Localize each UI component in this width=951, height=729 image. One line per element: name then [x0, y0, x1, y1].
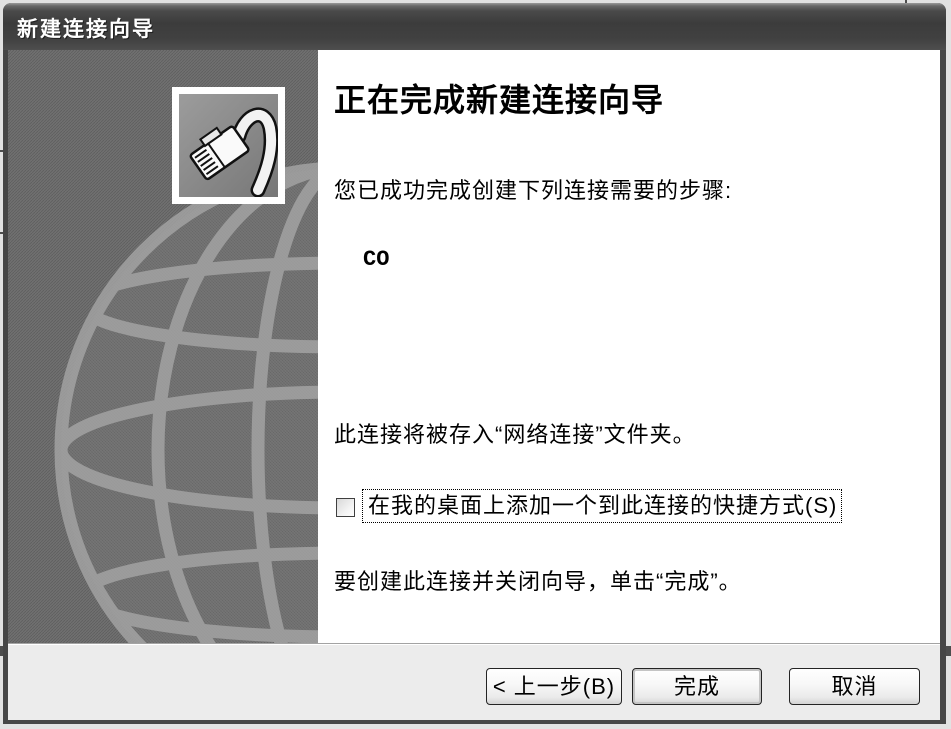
title-bar[interactable]: 新建连接向导: [3, 3, 946, 50]
background-window-edge: [946, 646, 951, 656]
finish-hint: 要创建此连接并关闭向导，单击“完成”。: [334, 569, 742, 594]
intro-text: 您已成功完成创建下列连接需要的步骤:: [334, 178, 733, 203]
wizard-icon-frame: [172, 87, 285, 204]
desktop-shortcut-label[interactable]: 在我的桌面上添加一个到此连接的快捷方式(S): [362, 489, 843, 523]
storage-note: 此连接将被存入“网络连接”文件夹。: [334, 422, 696, 447]
desktop-shortcut-checkbox[interactable]: [336, 498, 355, 517]
wizard-window: 新建连接向导 正在完成新建连接向导 您已成功完成创建下列连接需要的步骤: CO …: [3, 3, 946, 724]
back-button[interactable]: < 上一步(B): [486, 668, 622, 705]
wizard-client-area: 正在完成新建连接向导 您已成功完成创建下列连接需要的步骤: CO 此连接将被存入…: [8, 50, 940, 720]
wizard-content: 正在完成新建连接向导 您已成功完成创建下列连接需要的步骤: CO 此连接将被存入…: [318, 50, 940, 643]
cancel-button[interactable]: 取消: [789, 668, 920, 705]
finish-button[interactable]: 完成: [632, 668, 762, 705]
button-bar: < 上一步(B) 完成 取消: [8, 645, 940, 720]
network-cable-plug-icon: [179, 94, 278, 197]
page-title: 正在完成新建连接向导: [334, 82, 665, 118]
wizard-side-panel: [8, 50, 318, 643]
window-title: 新建连接向导: [17, 18, 155, 41]
connection-name: CO: [363, 247, 390, 272]
